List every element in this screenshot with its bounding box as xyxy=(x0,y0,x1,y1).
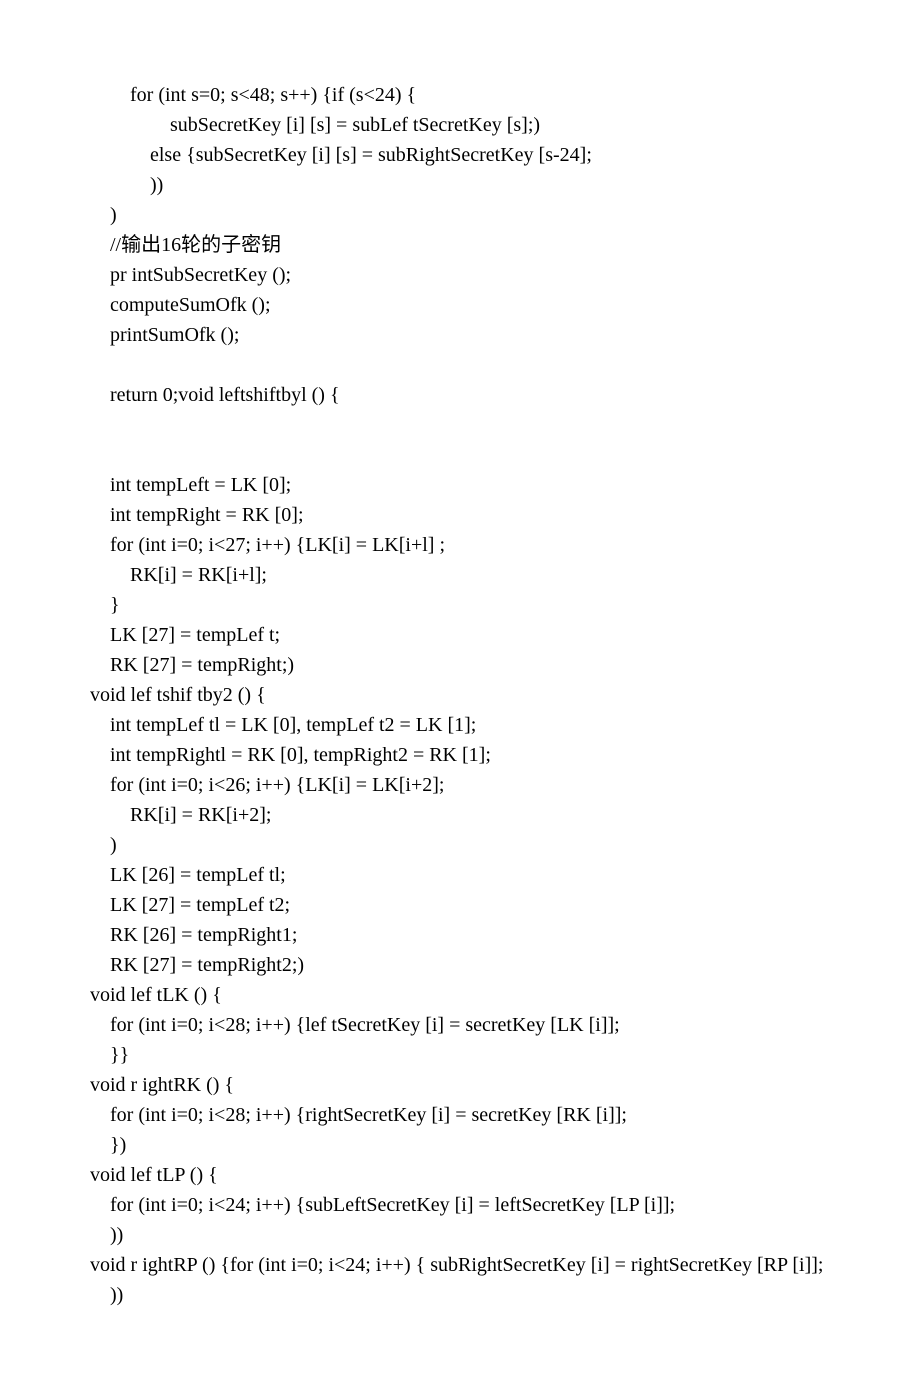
code-line: void r ightRP () {for (int i=0; i<24; i+… xyxy=(90,1250,850,1280)
code-line xyxy=(90,350,850,380)
code-line: for (int s=0; s<48; s++) {if (s<24) { xyxy=(90,80,850,110)
code-line: void lef tLP () { xyxy=(90,1160,850,1190)
code-line: for (int i=0; i<26; i++) {LK[i] = LK[i+2… xyxy=(90,770,850,800)
code-line: subSecretKey [i] [s] = subLef tSecretKey… xyxy=(90,110,850,140)
code-line: RK[i] = RK[i+2]; xyxy=(90,800,850,830)
code-line: RK [26] = tempRight1; xyxy=(90,920,850,950)
code-line: pr intSubSecretKey (); xyxy=(90,260,850,290)
code-block: for (int s=0; s<48; s++) {if (s<24) { su… xyxy=(90,80,850,1310)
code-line: printSumOfk (); xyxy=(90,320,850,350)
code-line: RK [27] = tempRight2;) xyxy=(90,950,850,980)
code-line: int tempLeft = LK [0]; xyxy=(90,470,850,500)
code-line: )) xyxy=(90,1280,850,1310)
code-line: LK [26] = tempLef tl; xyxy=(90,860,850,890)
code-line: } xyxy=(90,590,850,620)
code-line: }) xyxy=(90,1130,850,1160)
code-line: RK [27] = tempRight;) xyxy=(90,650,850,680)
code-line: //输出16轮的子密钥 xyxy=(90,230,850,260)
code-line: LK [27] = tempLef t2; xyxy=(90,890,850,920)
code-line: void lef tLK () { xyxy=(90,980,850,1010)
code-line: for (int i=0; i<28; i++) {rightSecretKey… xyxy=(90,1100,850,1130)
code-line: ) xyxy=(90,200,850,230)
code-line: void lef tshif tby2 () { xyxy=(90,680,850,710)
code-line: )) xyxy=(90,1220,850,1250)
code-line: int tempRightl = RK [0], tempRight2 = RK… xyxy=(90,740,850,770)
code-line: for (int i=0; i<28; i++) {lef tSecretKey… xyxy=(90,1010,850,1040)
code-line: for (int i=0; i<24; i++) {subLeftSecretK… xyxy=(90,1190,850,1220)
document-page: for (int s=0; s<48; s++) {if (s<24) { su… xyxy=(0,0,920,1390)
code-line: else {subSecretKey [i] [s] = subRightSec… xyxy=(90,140,850,170)
code-line: int tempRight = RK [0]; xyxy=(90,500,850,530)
code-line: }} xyxy=(90,1040,850,1070)
code-line: ) xyxy=(90,830,850,860)
code-line: for (int i=0; i<27; i++) {LK[i] = LK[i+l… xyxy=(90,530,850,560)
code-line: RK[i] = RK[i+l]; xyxy=(90,560,850,590)
code-line: void r ightRK () { xyxy=(90,1070,850,1100)
code-line: computeSumOfk (); xyxy=(90,290,850,320)
code-line: )) xyxy=(90,170,850,200)
code-line: int tempLef tl = LK [0], tempLef t2 = LK… xyxy=(90,710,850,740)
code-line: LK [27] = tempLef t; xyxy=(90,620,850,650)
code-line xyxy=(90,440,850,470)
code-line xyxy=(90,410,850,440)
code-line: return 0;void leftshiftbyl () { xyxy=(90,380,850,410)
